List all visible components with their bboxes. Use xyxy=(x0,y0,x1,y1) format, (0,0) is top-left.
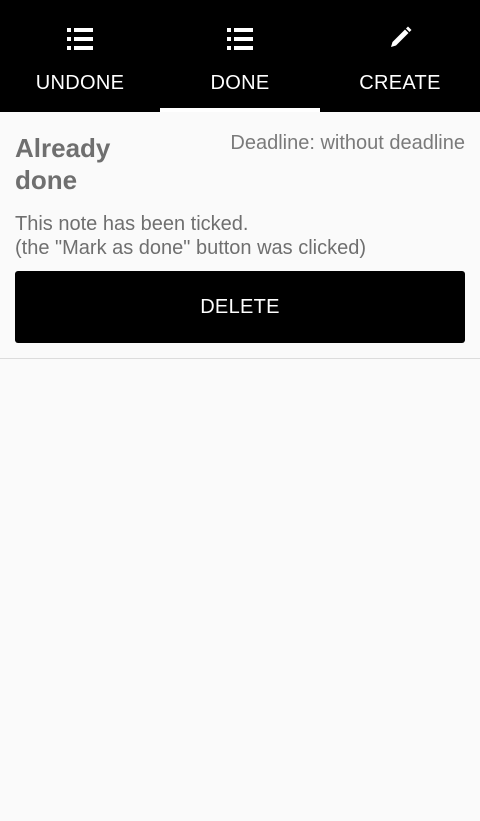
tab-done[interactable]: DONE xyxy=(160,0,320,112)
note-body-line: (the "Mark as done" button was clicked) xyxy=(15,237,367,259)
tab-done-label: DONE xyxy=(210,72,270,94)
tab-create[interactable]: CREATE xyxy=(320,0,480,112)
tab-undone-label: UNDONE xyxy=(35,72,125,94)
note-title: Already done xyxy=(15,133,111,195)
pencil-icon xyxy=(391,26,412,47)
delete-button[interactable]: DELETE xyxy=(15,271,465,343)
tab-bar: UNDONE DONE CREATE xyxy=(0,0,480,112)
app-screen: UNDONE DONE CREATE Already done Deadline… xyxy=(0,0,480,821)
tab-create-label: CREATE xyxy=(359,72,441,94)
note-deadline: Deadline: without deadline xyxy=(230,132,465,154)
note-card: Already done Deadline: without deadline … xyxy=(0,112,480,359)
list-icon xyxy=(67,28,93,50)
tab-undone[interactable]: UNDONE xyxy=(0,0,160,112)
note-body: This note has been ticked. (the "Mark as… xyxy=(15,212,366,260)
list-icon xyxy=(227,28,253,50)
note-body-line: This note has been ticked. xyxy=(15,213,249,235)
